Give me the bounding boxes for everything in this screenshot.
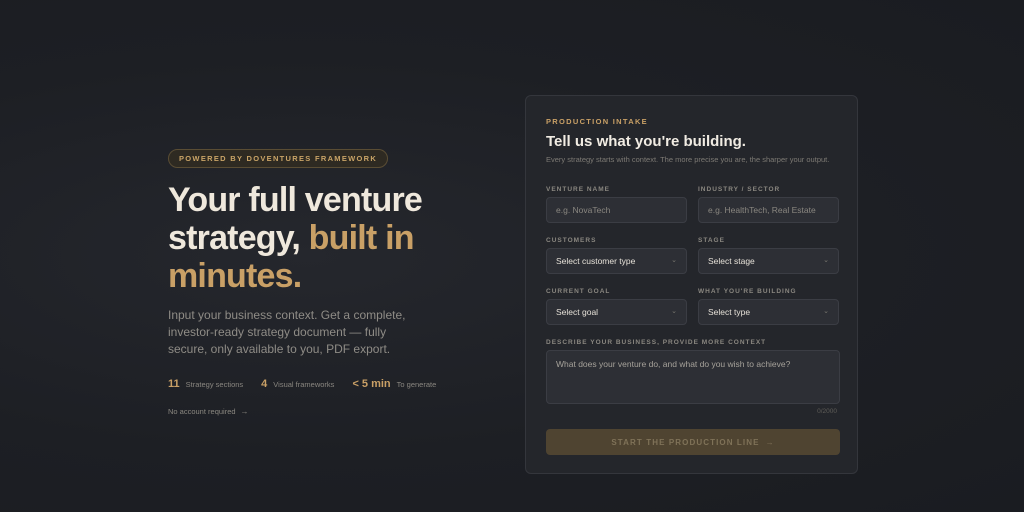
stat-label: Strategy sections <box>185 380 244 389</box>
building-label: WHAT YOU'RE BUILDING <box>698 288 797 295</box>
context-label: DESCRIBE YOUR BUSINESS, PROVIDE MORE CON… <box>546 339 767 346</box>
hero-headline: Your full venture strategy, built in min… <box>168 181 468 295</box>
headline-line-1: Your full venture <box>168 181 423 219</box>
goal-selected-value: Select goal <box>556 307 599 317</box>
industry-input[interactable] <box>698 197 839 223</box>
stage-label: STAGE <box>698 237 725 244</box>
chevron-down-icon: ⌄ <box>671 257 677 264</box>
stat-value: 11 <box>168 378 180 390</box>
submit-label: START THE PRODUCTION LINE <box>611 437 760 447</box>
stat-value: < 5 min <box>352 378 391 390</box>
intake-form-card: PRODUCTION INTAKE Tell us what you're bu… <box>525 95 858 474</box>
stat-sections: 11 Strategy sections <box>168 378 243 390</box>
character-counter: 0/2000 <box>817 408 837 415</box>
industry-label: INDUSTRY / SECTOR <box>698 186 781 193</box>
goal-select[interactable]: Select goal ⌄ <box>546 299 687 325</box>
form-description: Every strategy starts with context. The … <box>546 155 830 164</box>
hero-section: POWERED BY DOVENTURES FRAMEWORK Your ful… <box>168 148 468 416</box>
venture-name-label: VENTURE NAME <box>546 186 611 193</box>
stage-select[interactable]: Select stage ⌄ <box>698 248 839 274</box>
customers-select[interactable]: Select customer type ⌄ <box>546 248 687 274</box>
arrow-right-icon: → <box>240 407 249 416</box>
stat-frameworks: 4 Visual frameworks <box>261 378 334 390</box>
building-selected-value: Select type <box>708 307 751 317</box>
chevron-down-icon: ⌄ <box>671 308 677 315</box>
form-eyebrow: PRODUCTION INTAKE <box>546 117 648 126</box>
building-type-select[interactable]: Select type ⌄ <box>698 299 839 325</box>
form-title: Tell us what you're building. <box>546 133 746 150</box>
goal-label: CURRENT GOAL <box>546 288 611 295</box>
stat-time: < 5 min To generate <box>352 378 436 390</box>
headline-accent-2: minutes. <box>168 257 302 295</box>
chevron-down-icon: ⌄ <box>823 308 829 315</box>
context-textarea[interactable] <box>546 350 840 404</box>
stats-row: 11 Strategy sections 4 Visual frameworks… <box>168 378 468 390</box>
headline-line-2: strategy, <box>168 219 301 257</box>
customers-selected-value: Select customer type <box>556 256 636 266</box>
hero-subtext: Input your business context. Get a compl… <box>168 308 406 356</box>
powered-by-badge: POWERED BY DOVENTURES FRAMEWORK <box>168 149 389 168</box>
start-production-button[interactable]: START THE PRODUCTION LINE → <box>546 429 840 455</box>
venture-name-input[interactable] <box>546 197 687 223</box>
stage-selected-value: Select stage <box>708 256 755 266</box>
chevron-down-icon: ⌄ <box>823 257 829 264</box>
stat-label: Visual frameworks <box>273 380 335 389</box>
no-account-text: No account required <box>168 407 236 416</box>
stat-label: To generate <box>396 380 437 389</box>
no-account-link[interactable]: No account required → <box>168 407 468 416</box>
arrow-right-icon: → <box>765 437 775 447</box>
headline-accent-1: built in <box>308 219 415 257</box>
stat-value: 4 <box>261 378 268 390</box>
customers-label: CUSTOMERS <box>546 237 597 244</box>
